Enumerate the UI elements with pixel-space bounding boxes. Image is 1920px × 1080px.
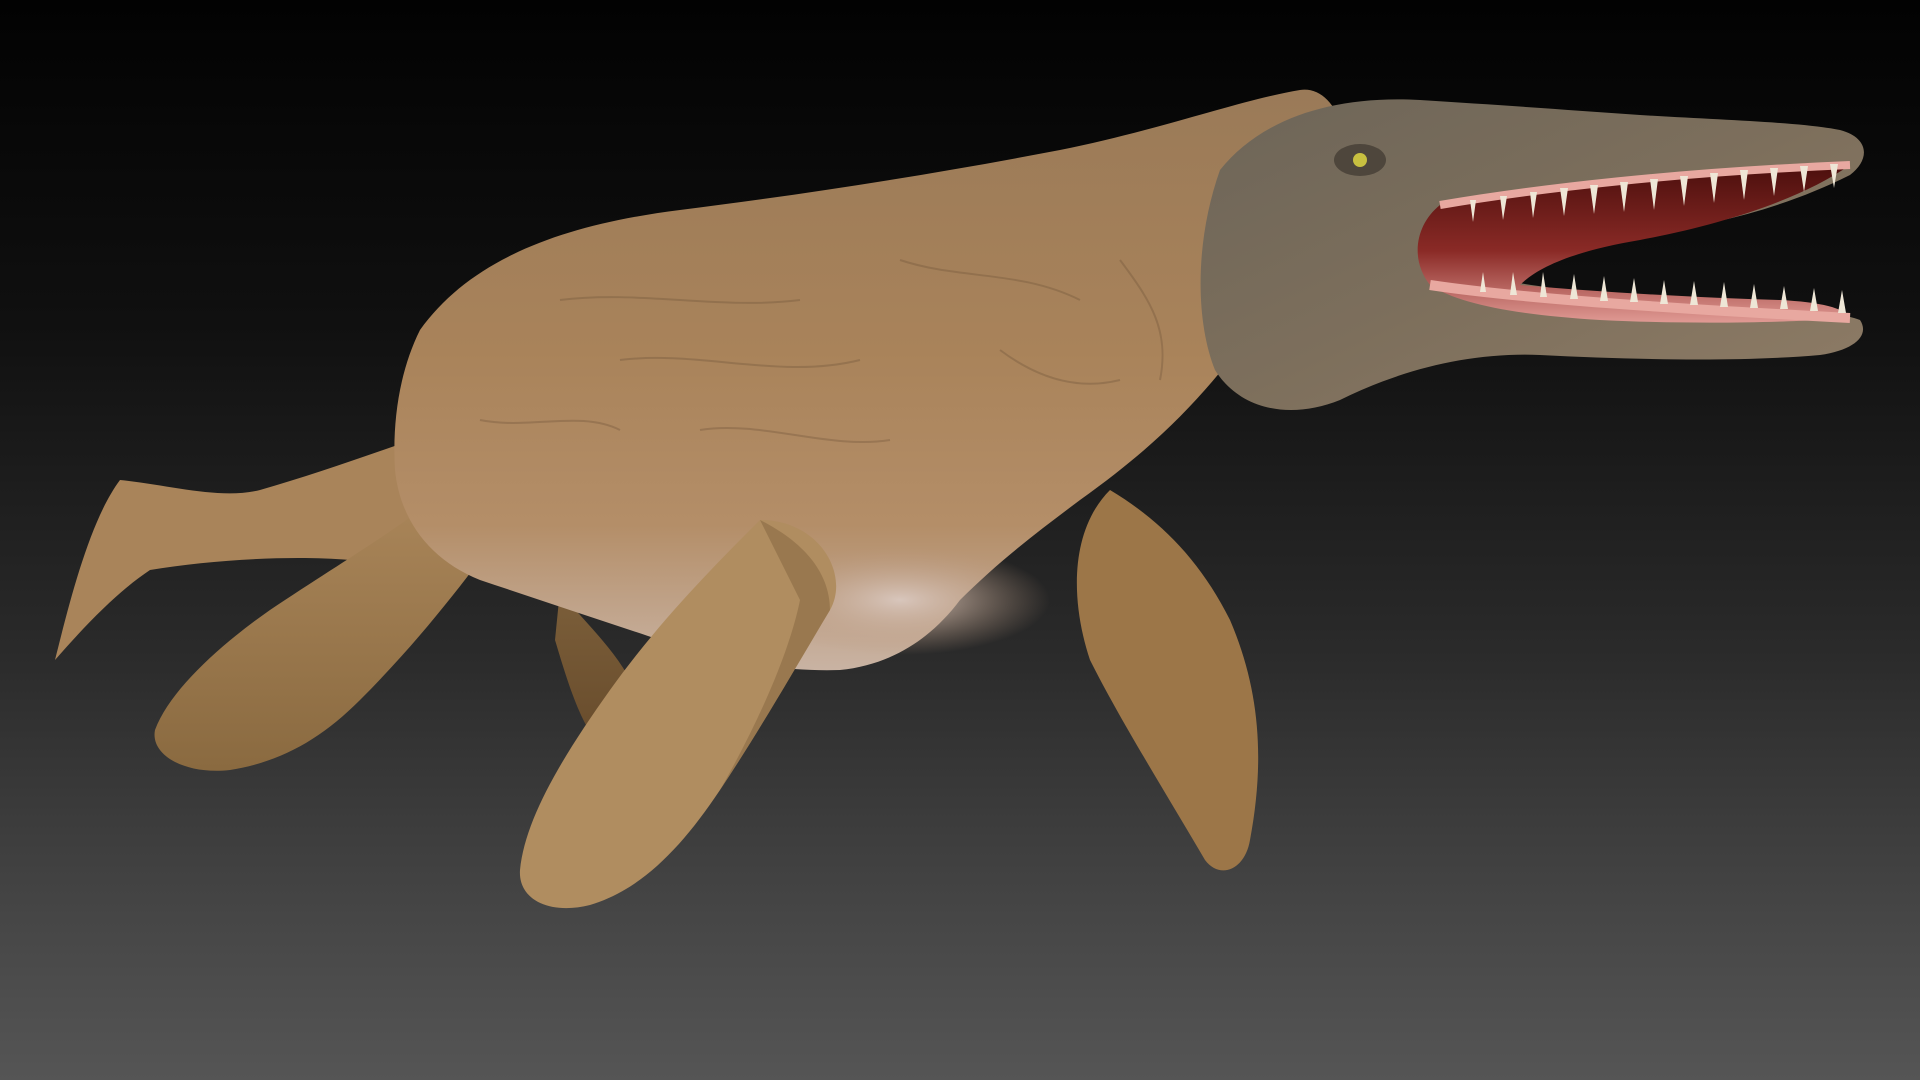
eye — [1353, 153, 1367, 167]
render-viewport — [0, 0, 1920, 1080]
far-front-flipper — [1076, 490, 1259, 871]
marine-reptile-render — [55, 89, 1864, 909]
